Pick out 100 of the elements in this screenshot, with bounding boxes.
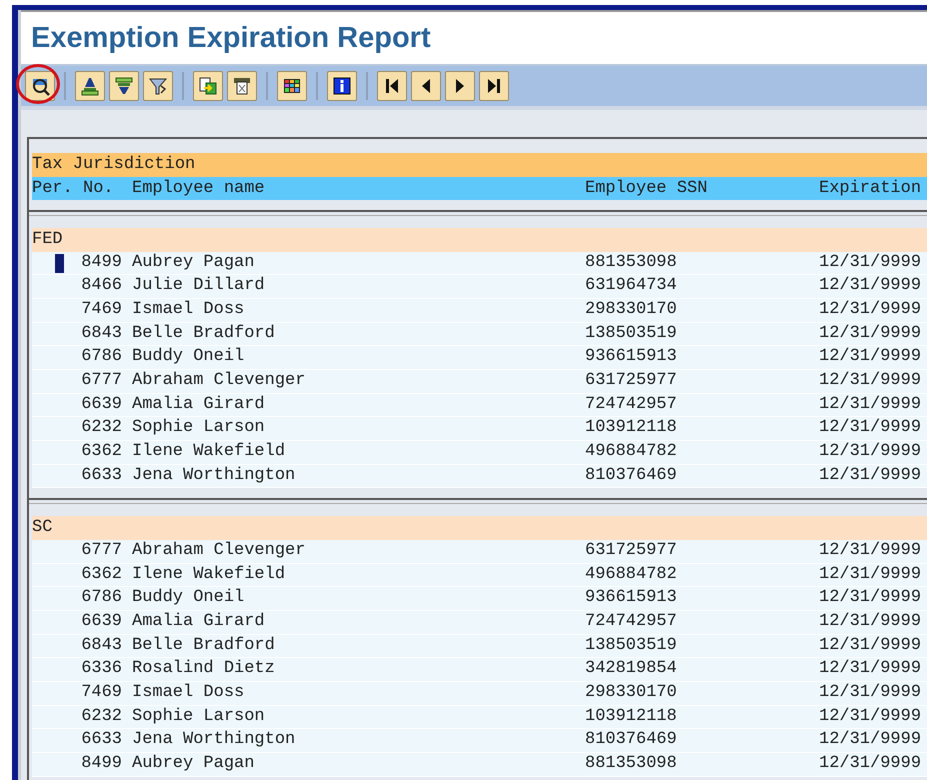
- stack-icon: [114, 76, 134, 96]
- table-row[interactable]: 7469 Ismael Doss 298330170 12/31/9999: [32, 298, 927, 323]
- table-row[interactable]: 6786 Buddy Oneil 936615913 12/31/9999: [32, 346, 927, 370]
- table-cell-text: 12/31/9999: [819, 540, 922, 562]
- table-cell-text: 103912118: [585, 706, 678, 728]
- table-cell-text: 496884782: [585, 564, 678, 586]
- table-row[interactable]: 6336 Rosalind Dietz 342819854 12/31/9999: [32, 658, 927, 682]
- toolbar-button[interactable]: [327, 71, 357, 101]
- table-cell-text: 881353098: [585, 753, 678, 776]
- table-cell-text: 12/31/9999: [819, 706, 922, 728]
- column-header: Employee name: [132, 178, 266, 200]
- table-cell-text: 6633: [81, 729, 122, 752]
- table-cell-text: 342819854: [585, 658, 678, 680]
- table-cell-text: Abraham Clevenger: [132, 540, 306, 562]
- table-cell-text: Ilene Wakefield: [132, 441, 286, 463]
- table-cell-text: 6336: [81, 658, 122, 680]
- toolbar-button[interactable]: [109, 71, 139, 101]
- column-header: Per. No.: [32, 178, 115, 200]
- grid-icon: [282, 76, 302, 96]
- table-cell-text: Aubrey Pagan: [132, 753, 256, 776]
- toolbar-button[interactable]: [411, 71, 441, 101]
- table-cell-text: 12/31/9999: [819, 394, 922, 416]
- table-row[interactable]: 6639 Amalia Girard 724742957 12/31/9999: [32, 394, 927, 418]
- table-cell-text: 881353098: [585, 252, 678, 274]
- table-cell-text: Amalia Girard: [132, 610, 266, 633]
- table-cell-text: 724742957: [585, 394, 678, 416]
- table-row[interactable]: 6786 Buddy Oneil 936615913 12/31/9999: [32, 587, 927, 611]
- table-cell-text: 496884782: [585, 441, 678, 463]
- table-cell-text: 631964734: [585, 275, 678, 298]
- table-row[interactable]: 8499 Aubrey Pagan 881353098 12/31/9999: [32, 252, 927, 276]
- table-cell-text: 936615913: [585, 587, 678, 610]
- table-cell-text: Belle Bradford: [132, 634, 276, 657]
- table-cell-text: Ismael Doss: [132, 298, 246, 321]
- table-row[interactable]: 6777 Abraham Clevenger 631725977 12/31/9999: [32, 370, 927, 394]
- table-row[interactable]: 6777 Abraham Clevenger 631725977 12/31/9999: [32, 540, 927, 564]
- table-cell-text: Rosalind Dietz: [132, 658, 276, 680]
- table-cell-text: Amalia Girard: [132, 394, 266, 416]
- table-cell-text: Belle Bradford: [132, 322, 276, 345]
- table-cell-text: Jena Worthington: [132, 729, 296, 752]
- table-row[interactable]: 8466 Julie Dillard 631964734 12/31/9999: [32, 275, 927, 299]
- search-icon: [30, 76, 50, 96]
- table-cell-text: Julie Dillard: [132, 275, 266, 298]
- table-row[interactable]: 8499 Aubrey Pagan 881353098 12/31/9999: [32, 753, 927, 777]
- table-cell-text: 6362: [81, 564, 122, 586]
- group-name: FED: [32, 229, 63, 251]
- toolbar-button[interactable]: [479, 71, 509, 101]
- table-cell-text: 936615913: [585, 346, 678, 368]
- toolbar-button[interactable]: [25, 71, 55, 101]
- table-cell-text: 12/31/9999: [819, 564, 922, 586]
- table-cell-text: 6777: [81, 540, 122, 562]
- table-cell-text: Jena Worthington: [132, 464, 296, 487]
- table-row[interactable]: 6843 Belle Bradford 138503519 12/31/9999: [32, 634, 927, 658]
- table-row[interactable]: 6633 Jena Worthington 810376469 12/31/9999: [32, 464, 927, 488]
- document-arrow-icon: [198, 76, 218, 96]
- table-cell-text: 12/31/9999: [819, 275, 922, 298]
- table-cell-text: 8466: [81, 275, 122, 298]
- table-cell-text: 12/31/9999: [819, 322, 922, 345]
- table-row[interactable]: 6362 Ilene Wakefield 496884782 12/31/9999: [32, 564, 927, 588]
- toolbar-button[interactable]: [277, 71, 307, 101]
- table-row[interactable]: 6362 Ilene Wakefield 496884782 12/31/9999: [32, 441, 927, 465]
- column-header: Employee SSN: [585, 178, 708, 200]
- table-row[interactable]: 6639 Amalia Girard 724742957 12/31/9999: [32, 610, 927, 635]
- table-row[interactable]: 6843 Belle Bradford 138503519 12/31/9999: [32, 322, 927, 346]
- toolbar-button[interactable]: [227, 71, 257, 101]
- table-cell-text: 724742957: [585, 610, 678, 633]
- table-cell-text: 298330170: [585, 682, 678, 704]
- table-cell-text: 12/31/9999: [819, 729, 922, 752]
- report-title: Exemption Expiration Report: [31, 22, 431, 54]
- table-row[interactable]: 6232 Sophie Larson 103912118 12/31/9999: [32, 706, 927, 730]
- table-cell-text: 12/31/9999: [819, 587, 922, 610]
- table-row[interactable]: 6633 Jena Worthington 810376469 12/31/9999: [32, 729, 927, 754]
- table-cell-text: 6639: [81, 610, 122, 633]
- table-cell-text: 138503519: [585, 322, 678, 345]
- info-icon: [332, 76, 352, 96]
- toolbar-button[interactable]: [75, 71, 105, 101]
- table-cell-text: 12/31/9999: [819, 441, 922, 463]
- toolbar-button[interactable]: [193, 71, 223, 101]
- table-cell-text: 6362: [81, 441, 122, 463]
- table-cell-text: Aubrey Pagan: [132, 252, 256, 274]
- table-cell-text: 12/31/9999: [819, 634, 922, 657]
- table-cell-text: 12/31/9999: [819, 370, 922, 392]
- toolbar-button[interactable]: [143, 71, 173, 101]
- table-cell-text: 6786: [81, 587, 122, 610]
- table-cell-text: 631725977: [585, 540, 678, 562]
- stack-icon: [80, 76, 100, 96]
- table-row[interactable]: 6232 Sophie Larson 103912118 12/31/9999: [32, 417, 927, 441]
- table-cell-text: 6232: [81, 706, 122, 728]
- column-header: Tax Jurisdiction: [32, 154, 196, 176]
- table-cell-text: 6639: [81, 394, 122, 416]
- table-cell-text: 6786: [81, 346, 122, 368]
- table-row[interactable]: 7469 Ismael Doss 298330170 12/31/9999: [32, 682, 927, 706]
- table-cell-text: 12/31/9999: [819, 610, 922, 633]
- toolbar-button[interactable]: [445, 71, 475, 101]
- table-cell-text: 6232: [81, 417, 122, 440]
- toolbar-button[interactable]: [377, 71, 407, 101]
- table-cell-text: 12/31/9999: [819, 658, 922, 680]
- table-cell-text: 7469: [81, 298, 122, 321]
- table-cell-text: 8499: [81, 252, 122, 274]
- table-cell-text: 7469: [81, 682, 122, 704]
- funnel-icon: [148, 76, 168, 96]
